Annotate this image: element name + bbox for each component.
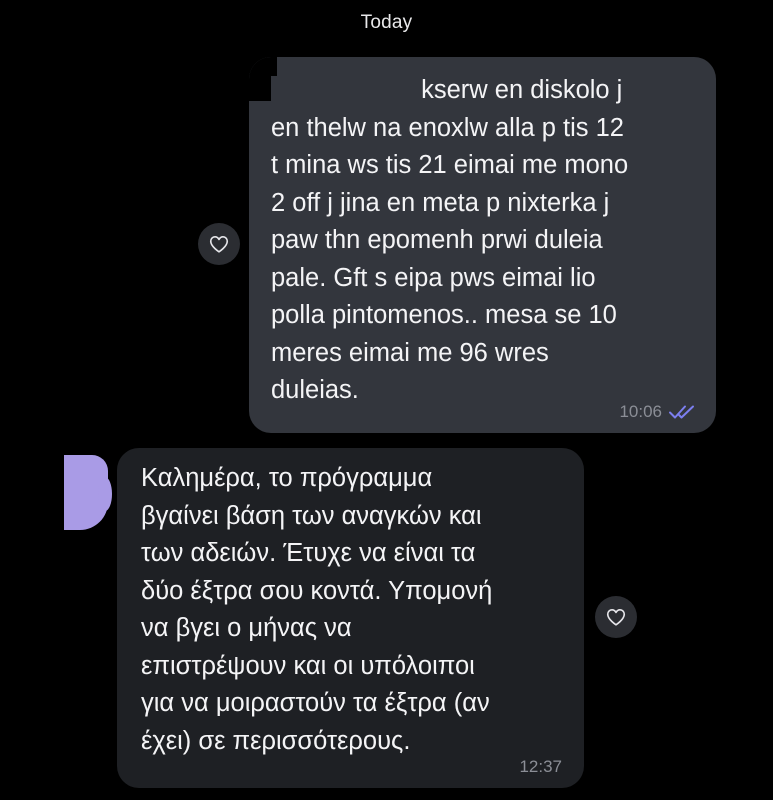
message-line: paw thn epomenh prwi duleia — [271, 226, 603, 254]
react-button[interactable] — [198, 223, 240, 265]
date-separator: Today — [360, 12, 413, 33]
message-line: pale. Gft s eipa pws eimai lio — [271, 263, 596, 292]
message-line: duleias. — [271, 376, 359, 404]
double-check-read-icon — [669, 405, 694, 419]
message-line: για να μοιραστούν τα έξτρα (αν — [141, 689, 490, 717]
message-timestamp: 12:37 — [519, 757, 562, 776]
message-line: t mina ws tis 21 eimai me mono — [271, 151, 629, 179]
outgoing-message-bubble[interactable]: kserw en diskolo j en thelw na enoxlw al… — [249, 57, 716, 433]
message-meta: 10:06 — [619, 402, 698, 422]
react-button[interactable] — [595, 596, 637, 638]
message-line: en thelw na enoxlw alla p tis 12 — [271, 113, 624, 142]
incoming-message-bubble[interactable]: Καλημέρα, το πρόγραμμα βγαίνει βάση των … — [117, 448, 584, 788]
message-timestamp: 10:06 — [619, 402, 662, 421]
heart-outline-icon — [209, 236, 229, 253]
message-line: δύο έξτρα σου κοντά. Υπομονή — [141, 576, 493, 605]
message-line: meres eimai me 96 wres — [271, 338, 549, 367]
message-line: Καλημέρα, το πρόγραμμα — [141, 464, 433, 492]
message-line: επιστρέψουν και οι υπόλοιποι — [141, 651, 475, 680]
message-line: έχει) σε περισσότερους. — [141, 726, 411, 755]
heart-outline-icon — [606, 609, 626, 626]
message-line: 2 off j jina en meta p nixterka j — [271, 188, 610, 217]
message-line: των αδειών. Έτυχε να είναι τα — [141, 539, 476, 567]
message-text: kserw en diskolo j en thelw na enoxlw al… — [271, 72, 628, 410]
message-text: Καλημέρα, το πρόγραμμα βγαίνει βάση των … — [141, 460, 492, 760]
message-line: kserw en diskolo j — [271, 72, 628, 110]
avatar — [64, 455, 112, 530]
message-line: polla pintomenos.. mesa se 10 — [271, 301, 617, 329]
redaction-block — [271, 76, 414, 107]
message-line: να βγει ο μήνας να — [141, 614, 352, 642]
message-line: βγαίνει βάση των αναγκών και — [141, 501, 482, 530]
